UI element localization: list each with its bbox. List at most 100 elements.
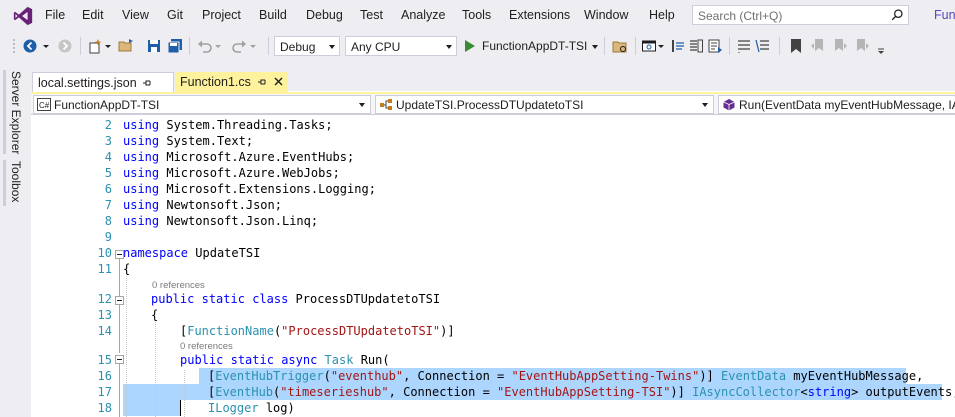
format-document-icon[interactable]	[707, 38, 723, 54]
chevron-down-icon	[359, 103, 365, 107]
type-dropdown[interactable]: UpdateTSI.ProcessDTUpdatetoTSI	[375, 95, 714, 114]
undo-icon[interactable]	[197, 38, 213, 54]
open-file-icon[interactable]	[118, 38, 134, 54]
pin-icon[interactable]	[257, 77, 267, 87]
navigate-forward-icon[interactable]	[57, 38, 73, 54]
pin-icon[interactable]	[142, 78, 152, 88]
menu-test[interactable]: Test	[360, 8, 383, 22]
code-line[interactable]: public static async Task Run(	[180, 353, 390, 367]
collapse-class-icon[interactable]	[115, 296, 124, 305]
next-bookmark-icon[interactable]	[832, 38, 848, 54]
project-dropdown[interactable]: C# FunctionAppDT-TSI	[33, 95, 371, 114]
close-icon[interactable]	[273, 76, 284, 87]
navigate-back-icon[interactable]	[22, 38, 38, 54]
toolbox-tab[interactable]: Toolbox	[9, 161, 23, 202]
next-bookmark-folder-icon[interactable]	[854, 38, 870, 54]
code-line[interactable]: using Newtonsoft.Json;	[123, 198, 282, 212]
line-number: 4	[104, 150, 112, 164]
menu-tools[interactable]: Tools	[462, 8, 491, 22]
code-line[interactable]: ILogger log)	[208, 401, 295, 415]
new-item-dropdown-icon[interactable]	[104, 38, 112, 54]
toggle-view-icon[interactable]	[688, 38, 704, 54]
codelens-references[interactable]: 0 references	[152, 280, 205, 291]
chevron-down-icon	[702, 103, 708, 107]
code-line[interactable]: [EventHubTrigger("eventhub", Connection …	[208, 369, 923, 383]
codelens-references[interactable]: 0 references	[180, 341, 233, 352]
line-number: 17	[97, 385, 112, 399]
redo-dropdown-icon[interactable]	[249, 38, 257, 54]
platform-value: Any CPU	[351, 40, 401, 54]
configuration-select[interactable]: Debug	[274, 36, 340, 56]
save-all-icon[interactable]	[167, 38, 183, 54]
menu-extensions[interactable]: Extensions	[509, 8, 570, 22]
collapse-method-icon[interactable]	[115, 355, 124, 364]
outline-guide	[119, 305, 120, 353]
play-icon	[465, 40, 475, 52]
chevron-down-icon	[329, 45, 335, 49]
code-line[interactable]: using Microsoft.Extensions.Logging;	[123, 182, 376, 196]
menu-analyze[interactable]: Analyze	[401, 8, 445, 22]
open-in-explorer-icon[interactable]	[612, 38, 628, 54]
text-caret	[180, 400, 181, 416]
undo-dropdown-icon[interactable]	[214, 38, 222, 54]
toolbar-overflow-icon[interactable]	[876, 38, 886, 54]
code-line[interactable]: using Newtonsoft.Json.Linq;	[123, 214, 318, 228]
menu-file[interactable]: File	[45, 8, 65, 22]
code-line[interactable]: {	[123, 262, 130, 276]
menu-view[interactable]: View	[122, 8, 149, 22]
bookmark-icon[interactable]	[788, 38, 804, 54]
new-project-icon[interactable]	[88, 38, 104, 54]
line-number: 3	[104, 134, 112, 148]
tab-label: local.settings.json	[38, 76, 137, 90]
search-placeholder: Search (Ctrl+Q)	[698, 9, 783, 23]
menu-help[interactable]: Help	[649, 8, 675, 22]
uncomment-icon[interactable]	[755, 38, 771, 54]
search-input[interactable]: Search (Ctrl+Q)	[692, 5, 909, 25]
member-dropdown[interactable]: Run(EventData myEventHubMessage, IAs	[718, 95, 955, 114]
chevron-down-icon	[446, 45, 452, 49]
code-line[interactable]: [EventHub("timeserieshub", Connection = …	[208, 385, 955, 399]
code-line[interactable]: {	[151, 308, 158, 322]
step-into-icon[interactable]	[670, 38, 686, 54]
code-line[interactable]: using System.Threading.Tasks;	[123, 118, 333, 132]
line-number: 12	[97, 292, 112, 306]
code-line[interactable]: using Microsoft.Azure.WebJobs;	[123, 166, 340, 180]
menu-debug[interactable]: Debug	[306, 8, 343, 22]
line-number: 8	[104, 214, 112, 228]
back-dropdown-icon[interactable]	[42, 38, 50, 54]
search-icon	[891, 9, 903, 21]
comment-out-icon[interactable]	[736, 38, 752, 54]
menu-window[interactable]: Window	[584, 8, 628, 22]
tab-local-settings-json[interactable]: local.settings.json	[32, 72, 174, 92]
indent-guide	[184, 370, 185, 417]
svg-text:C#: C#	[39, 101, 50, 110]
toolbar-separator	[80, 37, 81, 55]
code-line[interactable]: public static class ProcessDTUpdatetoTSI	[151, 292, 440, 306]
code-line[interactable]: [FunctionName("ProcessDTUpdatetoTSI")]	[180, 324, 455, 338]
browser-dropdown-icon[interactable]	[657, 38, 665, 54]
code-line[interactable]: namespace UpdateTSI	[123, 246, 260, 260]
solution-name: Func	[934, 8, 955, 22]
redo-icon[interactable]	[231, 38, 247, 54]
toolbar-separator	[729, 37, 730, 55]
previous-bookmark-icon[interactable]	[810, 38, 826, 54]
indent-guide	[155, 322, 156, 417]
code-line[interactable]: using Microsoft.Azure.EventHubs;	[123, 150, 354, 164]
platform-select[interactable]: Any CPU	[345, 36, 457, 56]
server-explorer-tab[interactable]: Server Explorer	[9, 71, 23, 154]
csharp-project-icon: C#	[37, 98, 51, 111]
tab-function1-cs[interactable]: Function1.cs	[175, 72, 288, 92]
class-icon	[380, 99, 392, 110]
menu-edit[interactable]: Edit	[82, 8, 104, 22]
outline-guide	[119, 259, 120, 296]
outline-guide	[119, 364, 120, 417]
menu-build[interactable]: Build	[259, 8, 287, 22]
menu-git[interactable]: Git	[167, 8, 183, 22]
toolbar-separator	[189, 37, 190, 55]
save-icon[interactable]	[146, 38, 162, 54]
browser-link-icon[interactable]	[641, 38, 657, 54]
menu-project[interactable]: Project	[202, 8, 241, 22]
code-line[interactable]: using System.Text;	[123, 134, 253, 148]
visual-studio-logo-icon[interactable]	[12, 5, 34, 27]
chevron-down-icon[interactable]	[592, 45, 598, 49]
